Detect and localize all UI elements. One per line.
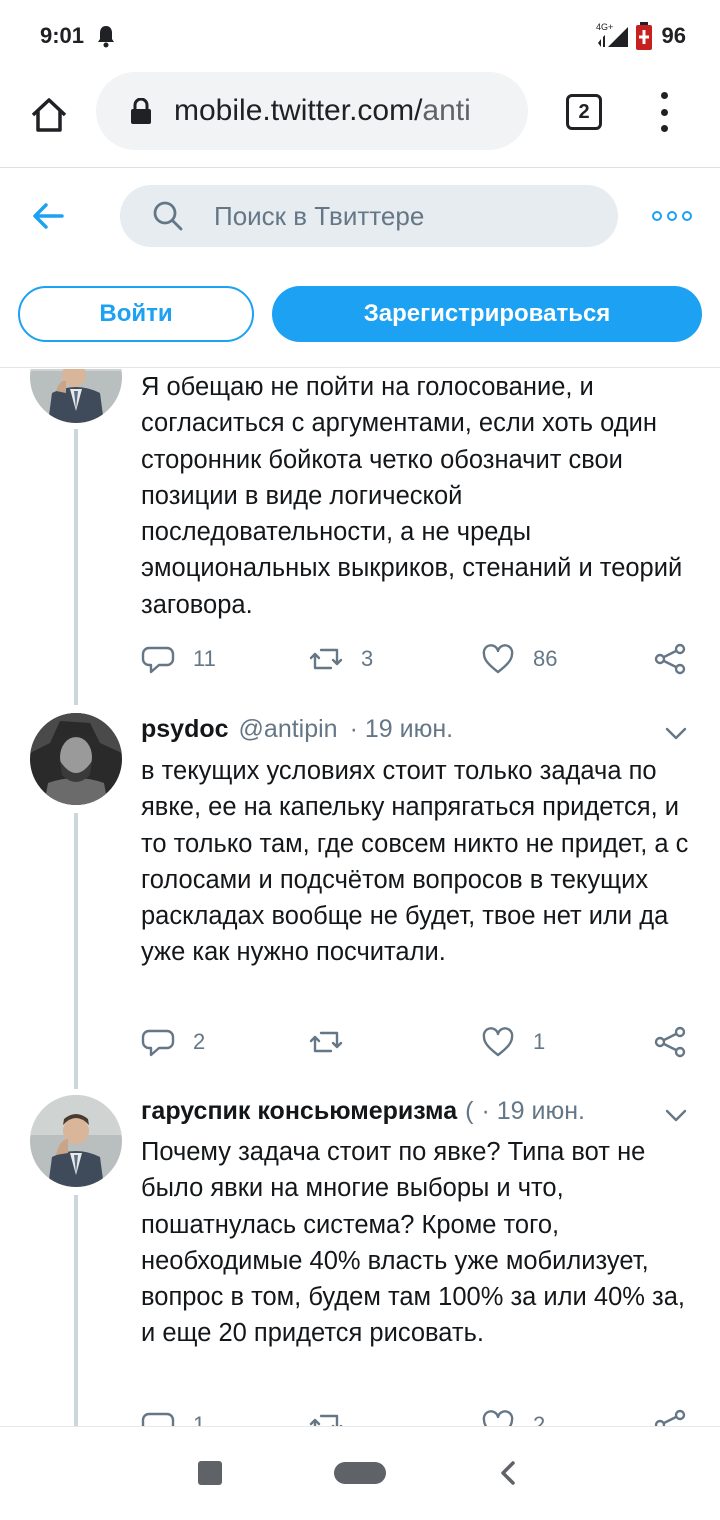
tweet-actions: 2 1 bbox=[141, 1022, 701, 1062]
svg-text:4G+: 4G+ bbox=[596, 22, 613, 32]
url-host: mobile.twitter.com/ bbox=[174, 94, 423, 127]
tweet-date[interactable]: · 19 июн. bbox=[350, 715, 454, 744]
tweet-actions: 11 3 86 bbox=[141, 639, 701, 679]
retweet-button[interactable]: 3 bbox=[309, 639, 373, 679]
thread-line bbox=[74, 1195, 78, 1426]
retweet-icon bbox=[309, 1414, 343, 1426]
share-button[interactable] bbox=[653, 1022, 687, 1062]
reply-button[interactable]: 1 bbox=[141, 1405, 205, 1426]
like-count: 2 bbox=[533, 1412, 546, 1426]
share-icon bbox=[654, 1026, 686, 1058]
tweet-feed[interactable]: Я обещаю не пойти на голосование, и согл… bbox=[0, 369, 720, 1426]
retweet-button[interactable] bbox=[309, 1405, 361, 1426]
tweet-date[interactable]: · 19 июн. bbox=[481, 1097, 585, 1126]
login-button[interactable]: Войти bbox=[18, 286, 254, 342]
tweet-header: psydoc @antipin · 19 июн. bbox=[141, 715, 453, 744]
chevron-down-icon[interactable] bbox=[664, 1103, 688, 1127]
url-text: mobile.twitter.com/anti bbox=[174, 94, 514, 128]
avatar[interactable] bbox=[30, 369, 122, 423]
retweet-button[interactable] bbox=[309, 1022, 361, 1062]
retweet-count: 3 bbox=[361, 646, 374, 671]
search-placeholder: Поиск в Твиттере bbox=[214, 200, 425, 231]
retweet-icon bbox=[309, 1031, 343, 1053]
like-button[interactable]: 86 bbox=[481, 639, 557, 679]
author-handle[interactable]: @antipin bbox=[239, 715, 338, 744]
tweet-text: Почему задача стоит по явке? Типа вот не… bbox=[141, 1138, 685, 1348]
heart-icon bbox=[482, 644, 514, 674]
status-time: 9:01 bbox=[40, 23, 85, 48]
tweet-text: Я обещаю не пойти на голосование, и согл… bbox=[141, 373, 683, 619]
like-count: 1 bbox=[533, 1029, 546, 1054]
share-icon bbox=[654, 1409, 686, 1426]
browser-toolbar: mobile.twitter.com/anti 2 bbox=[0, 72, 720, 168]
share-button[interactable] bbox=[653, 1405, 687, 1426]
tweet-text: в текущих условиях стоит только задача п… bbox=[141, 757, 689, 967]
home-pill-button[interactable] bbox=[334, 1462, 386, 1484]
recent-apps-button[interactable] bbox=[198, 1461, 222, 1485]
browser-menu-icon[interactable] bbox=[652, 92, 676, 132]
reply-icon bbox=[141, 646, 175, 674]
reply-button[interactable]: 2 bbox=[141, 1022, 205, 1062]
signup-button[interactable]: Зарегистрироваться bbox=[272, 286, 702, 342]
url-path: anti bbox=[422, 94, 471, 127]
heart-icon bbox=[482, 1410, 514, 1426]
tab-switcher-button[interactable]: 2 bbox=[566, 94, 602, 130]
like-button[interactable]: 2 bbox=[481, 1405, 545, 1426]
home-icon bbox=[31, 98, 67, 132]
author-name[interactable]: psydoc bbox=[141, 715, 229, 744]
tweet-header: гаруспик консьюмеризма ( · 19 июн. bbox=[141, 1097, 585, 1126]
address-bar[interactable]: mobile.twitter.com/anti bbox=[96, 72, 528, 150]
back-arrow-icon[interactable] bbox=[30, 198, 66, 234]
retweet-icon bbox=[309, 648, 343, 670]
twitter-header: Поиск в Твиттере Войти Зарегистрироватьс… bbox=[0, 168, 720, 368]
signal-icon: 4G+ bbox=[596, 22, 628, 47]
avatar[interactable] bbox=[30, 713, 122, 805]
home-button[interactable] bbox=[26, 92, 72, 138]
status-indicators: 4G+ 96 bbox=[596, 21, 686, 51]
reply-icon bbox=[141, 1029, 175, 1057]
share-button[interactable] bbox=[653, 639, 687, 679]
battery-level: 96 bbox=[661, 23, 686, 48]
thread-line bbox=[74, 813, 78, 1089]
author-name[interactable]: гаруспик консьюмеризма bbox=[141, 1097, 457, 1126]
system-back-icon[interactable] bbox=[494, 1459, 522, 1487]
reply-count: 1 bbox=[193, 1412, 206, 1426]
lock-icon bbox=[131, 98, 151, 124]
reply-count: 11 bbox=[193, 646, 216, 671]
thread-line bbox=[74, 429, 78, 705]
status-bar: 9:01 4G+ 96 bbox=[0, 0, 720, 72]
avatar[interactable] bbox=[30, 1095, 122, 1187]
search-icon bbox=[153, 201, 183, 231]
tweet-actions: 1 2 bbox=[141, 1405, 701, 1426]
share-icon bbox=[654, 643, 686, 675]
reply-button[interactable]: 11 bbox=[141, 639, 216, 679]
heart-icon bbox=[482, 1027, 514, 1057]
reply-count: 2 bbox=[193, 1029, 206, 1054]
search-input[interactable]: Поиск в Твиттере bbox=[120, 185, 618, 247]
like-button[interactable]: 1 bbox=[481, 1022, 545, 1062]
more-options-icon[interactable] bbox=[652, 206, 692, 226]
chevron-down-icon[interactable] bbox=[664, 721, 688, 745]
system-navigation-bar bbox=[0, 1426, 720, 1520]
battery-icon bbox=[635, 22, 652, 50]
reply-icon bbox=[141, 1412, 175, 1426]
author-handle[interactable]: ( bbox=[465, 1097, 473, 1126]
notification-bell-icon bbox=[98, 26, 115, 48]
like-count: 86 bbox=[533, 646, 558, 671]
